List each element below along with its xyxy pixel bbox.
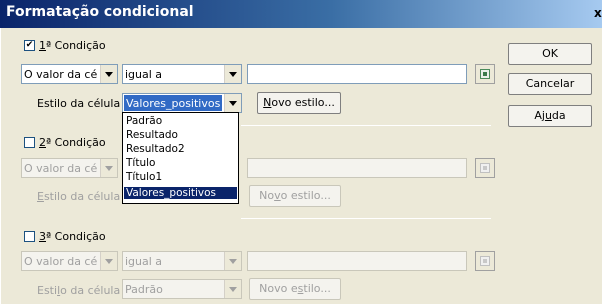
window-title: Formatação condicional [6,4,194,20]
shrink-icon [480,256,490,266]
condition-3-new-style-button[interactable]: Novo estilo... [249,278,341,300]
title-bar: Formatação condicional x [0,0,602,28]
condition-2-label: 2ª Condição [39,136,106,149]
condition-2-value-input[interactable] [247,158,467,178]
condition-2-new-style-button[interactable]: Novo estilo... [249,185,341,207]
condition-3-operator-select[interactable]: igual a [122,251,242,271]
condition-2-style-label: Estilo da célula [37,190,121,203]
dialog-body: ✔ 1ª Condição O valor da célu igual a Es… [0,28,602,304]
chevron-down-icon[interactable] [100,159,117,177]
condition-3-shrink-button[interactable] [475,251,495,271]
condition-1-label: 1ª Condição [39,39,106,52]
cancel-button[interactable]: Cancelar [508,73,592,95]
style-option[interactable]: Resultado2 [124,143,237,155]
chevron-down-icon[interactable] [224,252,241,270]
chevron-down-icon[interactable] [100,252,117,270]
condition-3-label: 3ª Condição [39,230,106,243]
condition-1-new-style-button[interactable]: Novo estilo... [257,92,341,114]
style-option[interactable]: Título1 [124,171,237,183]
condition-1-style-select[interactable]: Valores_positivos [122,93,242,113]
condition-3-value-input[interactable] [247,251,467,271]
shrink-icon [480,69,490,79]
condition-1-operator-select[interactable]: igual a [122,64,242,84]
condition-1-style-label: Estilo da célula [37,97,121,110]
help-button[interactable]: Ajuda [508,105,592,127]
style-option[interactable]: Resultado [124,129,237,141]
condition-1-value-input[interactable] [247,64,467,84]
condition-3-style-label: Estilo da célula [37,284,121,297]
chevron-down-icon[interactable] [100,65,117,83]
condition-1-source-select[interactable]: O valor da célu [21,64,118,84]
shrink-icon [480,163,490,173]
style-option-selected[interactable]: Valores_positivos [124,187,237,199]
chevron-down-icon[interactable] [224,65,241,83]
style-dropdown-list[interactable]: Padrão Resultado Resultado2 Título Títul… [122,112,239,204]
condition-3-checkbox[interactable] [24,231,35,242]
chevron-down-icon[interactable] [224,94,241,112]
condition-2-source-select[interactable]: O valor da célu [21,158,118,178]
separator [241,125,491,126]
checkmark-icon: ✔ [25,40,34,50]
condition-2-shrink-button[interactable] [475,158,495,178]
separator [241,218,491,219]
condition-1-checkbox[interactable]: ✔ [24,40,35,51]
chevron-down-icon[interactable] [224,280,241,298]
condition-3-style-select[interactable]: Padrão [122,279,242,299]
style-option[interactable]: Título [124,157,237,169]
close-icon[interactable]: x [594,6,602,20]
ok-button[interactable]: OK [508,43,592,65]
condition-3-source-select[interactable]: O valor da célu [21,251,118,271]
condition-2-checkbox[interactable] [24,137,35,148]
condition-1-shrink-button[interactable] [475,64,495,84]
style-option[interactable]: Padrão [124,115,237,127]
